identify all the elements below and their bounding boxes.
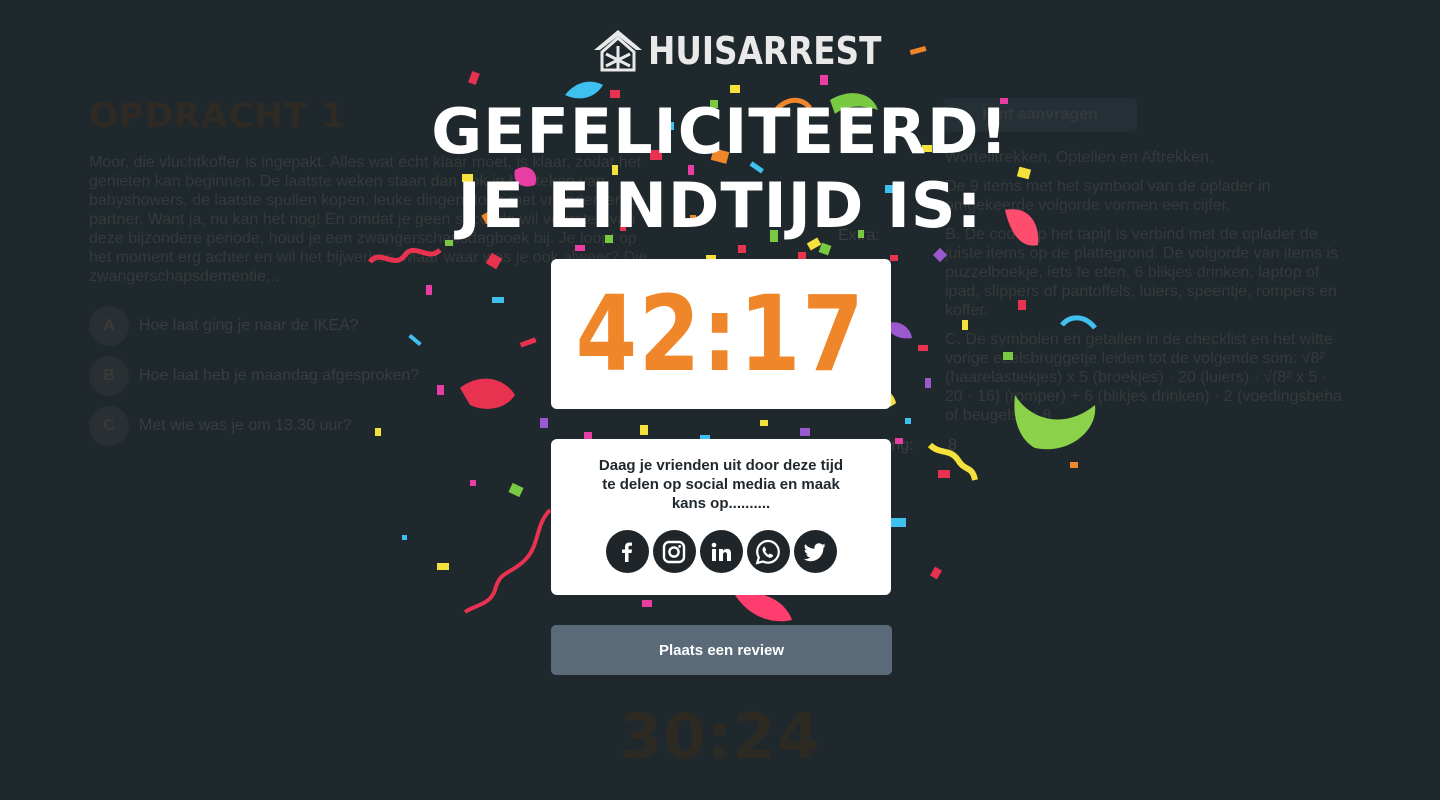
question-text: Hoe laat ging je naar de IKEA? xyxy=(139,317,359,334)
question-letter: A xyxy=(89,306,129,346)
question-letter: B xyxy=(89,356,129,396)
final-time-card: 42:17 xyxy=(551,259,891,409)
brand-logo: HUISARREST xyxy=(590,26,919,76)
share-text: Daag je vrienden uit door deze tijd te d… xyxy=(598,457,844,512)
facebook-icon[interactable] xyxy=(605,530,649,573)
brand-name: HUISARREST xyxy=(648,29,882,73)
social-buttons xyxy=(551,530,891,573)
final-time: 42:17 xyxy=(576,273,866,395)
share-card: Daag je vrienden uit door deze tijd te d… xyxy=(551,439,891,595)
final-time-heading: Je eindtijd is: xyxy=(457,169,983,242)
linkedin-icon[interactable] xyxy=(699,530,743,573)
question-letter: C xyxy=(89,406,129,446)
question-text: Hoe laat heb je maandag afgesproken? xyxy=(139,367,420,384)
hint-line: C. De symbolen en getallen in de checkli… xyxy=(945,331,1343,424)
question-b[interactable]: B Hoe laat heb je maandag afgesproken? xyxy=(89,356,419,396)
whatsapp-icon[interactable] xyxy=(746,530,790,573)
question-c[interactable]: C Met wie was je om 13.30 uur? xyxy=(89,406,352,446)
question-a[interactable]: A Hoe laat ging je naar de IKEA? xyxy=(89,306,359,346)
review-button[interactable]: Plaats een review xyxy=(551,625,892,675)
solution-value: 8 xyxy=(948,437,957,454)
game-timer: 30:24 xyxy=(618,700,822,773)
congrats-heading: Gefeliciteerd! xyxy=(431,95,1009,168)
question-text: Met wie was je om 13.30 uur? xyxy=(139,417,352,434)
house-logo-icon xyxy=(594,30,642,72)
twitter-icon[interactable] xyxy=(793,530,837,573)
instagram-icon[interactable] xyxy=(652,530,696,573)
